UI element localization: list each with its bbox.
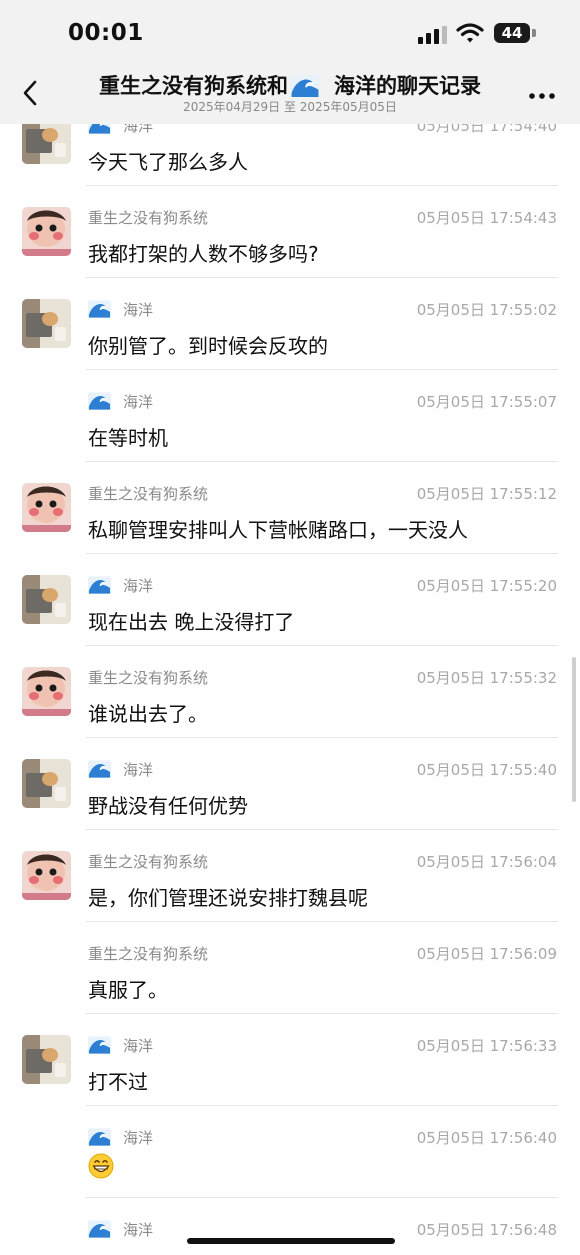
message-text: 我都打架的人数不够多吗? [88,242,319,266]
back-chevron-icon[interactable] [14,76,48,110]
avatar-dog [22,575,71,624]
wave-icon [88,576,111,594]
title-suffix: 海洋的聊天记录 [334,74,481,98]
sender-name: 重生之没有狗系统 [88,209,209,227]
wave-icon [88,124,111,134]
message-timestamp: 05月05日 17:55:20 [416,577,557,595]
sender-name: 海洋 [88,759,153,780]
sender-name: 重生之没有狗系统 [88,669,209,687]
avatar-dog [22,759,71,808]
message-item[interactable]: 海洋 05月05日 17:55:07 在等时机 [0,370,580,462]
message-timestamp: 05月05日 17:55:12 [416,485,557,503]
avatar-baby [22,483,71,532]
grinning-face-icon [88,1153,114,1179]
message-text: 打不过 [88,1070,148,1094]
sender-name-text: 海洋 [123,1129,154,1147]
avatar-dog [22,1035,71,1084]
message-text: 谁说出去了。 [88,702,208,726]
message-item[interactable]: 海洋 05月05日 17:54:40 今天飞了那么多人 [0,124,580,186]
sender-name: 海洋 [88,391,153,412]
message-timestamp: 05月05日 17:56:09 [416,945,557,963]
sender-name-text: 海洋 [123,393,154,411]
message-timestamp: 05月05日 17:56:04 [416,853,557,871]
wifi-icon [456,23,484,43]
sender-name-text: 海洋 [123,301,154,319]
sender-name-text: 海洋 [123,577,154,595]
wave-icon [88,1128,111,1146]
message-timestamp: 05月05日 17:54:43 [416,209,557,227]
status-bar: 00:01 44 [0,0,580,68]
message-item[interactable]: 海洋 05月05日 17:55:20 现在出去 晚上没得打了 [0,554,580,646]
wave-icon [290,75,320,97]
sender-name: 重生之没有狗系统 [88,853,209,871]
avatar-dog [22,299,71,348]
sender-name: 重生之没有狗系统 [88,945,209,963]
sender-name: 海洋 [88,124,153,136]
nav-bar: 重生之没有狗系统和 海洋的聊天记录 2025年04月29日 至 2025年05月… [0,68,580,124]
sender-name: 海洋 [88,1127,153,1148]
wave-icon [88,300,111,318]
page-title: 重生之没有狗系统和 海洋的聊天记录 [66,70,514,100]
message-item[interactable]: 重生之没有狗系统 05月05日 17:54:43 我都打架的人数不够多吗? [0,186,580,278]
message-item[interactable]: 海洋 05月05日 17:56:33 打不过 [0,1014,580,1106]
sender-name: 海洋 [88,1035,153,1056]
message-text: 是，你们管理还说安排打魏县呢 [88,886,368,910]
message-item[interactable]: 海洋 05月05日 17:55:02 你别管了。到时候会反攻的 [0,278,580,370]
scrollbar[interactable] [572,657,576,802]
message-text: 野战没有任何优势 [88,794,248,818]
status-time: 00:01 [68,20,144,46]
message-timestamp: 05月05日 17:56:33 [416,1037,557,1055]
wave-icon [88,392,111,410]
message-item[interactable]: 海洋 05月05日 17:55:40 野战没有任何优势 [0,738,580,830]
message-item[interactable]: 海洋 05月05日 17:56:48 啧啧 [0,1198,580,1255]
sender-name-text: 海洋 [123,1037,154,1055]
chat-record-list[interactable]: 海洋 05月05日 17:54:40 今天飞了那么多人 重生之没有狗系统 05月… [0,124,580,1255]
message-item[interactable]: 重生之没有狗系统 05月05日 17:56:09 真服了。 [0,922,580,1014]
sender-name: 重生之没有狗系统 [88,485,209,503]
message-text: 现在出去 晚上没得打了 [88,610,295,634]
title-prefix: 重生之没有狗系统和 [99,74,288,98]
battery-level: 44 [494,23,530,43]
avatar-dog [22,124,71,164]
message-timestamp: 05月05日 17:55:32 [416,669,557,687]
sender-name: 海洋 [88,575,153,596]
date-range: 2025年04月29日 至 2025年05月05日 [183,100,397,114]
message-item[interactable]: 重生之没有狗系统 05月05日 17:55:32 谁说出去了。 [0,646,580,738]
battery-cap [532,29,536,37]
message-text: 在等时机 [88,426,168,450]
message-text: 私聊管理安排叫人下营帐赌路口，一天没人 [88,518,468,542]
message-timestamp: 05月05日 17:55:02 [416,301,557,319]
message-text: 今天飞了那么多人 [88,150,248,174]
cellular-signal-icon [418,26,447,44]
sender-name: 海洋 [88,299,153,320]
message-item[interactable]: 重生之没有狗系统 05月05日 17:55:12 私聊管理安排叫人下营帐赌路口，… [0,462,580,554]
sender-name: 海洋 [88,1219,153,1240]
wave-icon [88,1220,111,1238]
message-item[interactable]: 重生之没有狗系统 05月05日 17:56:04 是，你们管理还说安排打魏县呢 [0,830,580,922]
message-text: 真服了。 [88,978,168,1002]
message-text: 你别管了。到时候会反攻的 [88,334,328,358]
wave-icon [88,760,111,778]
sender-name-text: 海洋 [123,761,154,779]
avatar-baby [22,207,71,256]
message-timestamp: 05月05日 17:54:40 [416,124,557,135]
message-timestamp: 05月05日 17:55:07 [416,393,557,411]
sender-name-text: 海洋 [123,124,154,135]
sender-name-text: 海洋 [123,1221,154,1239]
message-timestamp: 05月05日 17:55:40 [416,761,557,779]
message-timestamp: 05月05日 17:56:40 [416,1129,557,1147]
message-timestamp: 05月05日 17:56:48 [416,1221,557,1239]
home-indicator[interactable] [187,1238,395,1244]
avatar-baby [22,667,71,716]
more-icon[interactable] [526,78,558,108]
message-item[interactable]: 海洋 05月05日 17:56:40 [0,1106,580,1198]
message-text: 啧啧 [88,1250,128,1255]
wave-icon [88,1036,111,1054]
avatar-baby [22,851,71,900]
